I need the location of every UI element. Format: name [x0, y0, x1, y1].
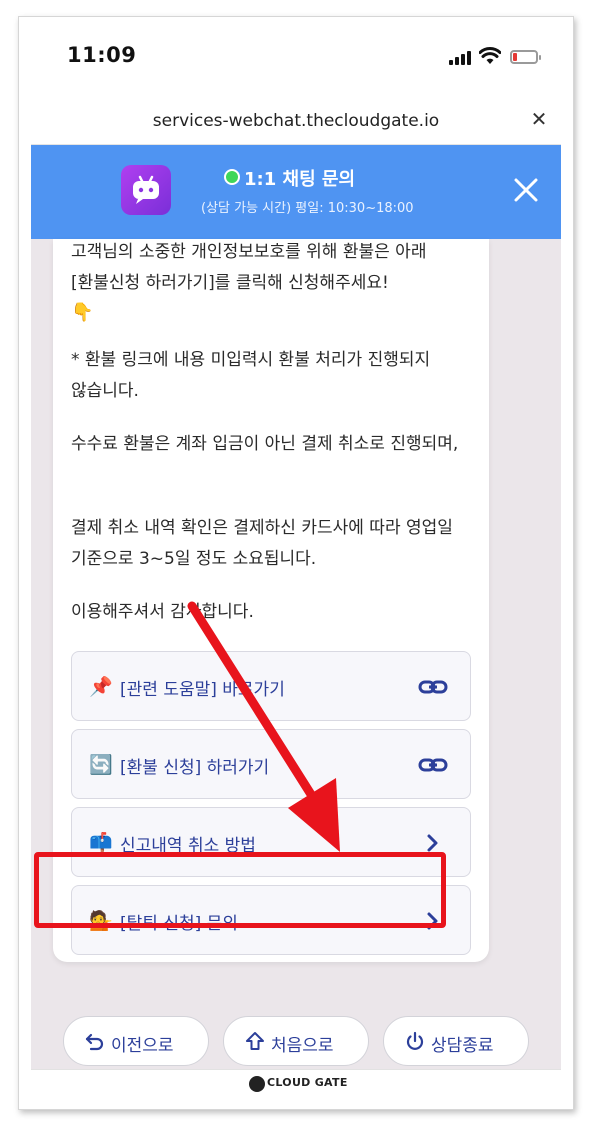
message-refund-method: 수수료 환불은 계좌 입금이 아닌 결제 취소로 진행되며, — [71, 434, 459, 454]
battery-icon — [510, 50, 541, 64]
person-tipping-hand-icon: 💁 — [89, 910, 113, 932]
cloudgate-logo-icon — [249, 1076, 265, 1092]
chevron-right-icon — [427, 912, 438, 930]
button-label: [탈퇴 신청] 문의 — [120, 914, 238, 934]
message-cancel-period: 결제 취소 내역 확인은 결제하신 카드사에 따라 영업일 기준으로 3~5일 … — [71, 518, 453, 569]
undo-icon — [85, 1033, 104, 1051]
withdrawal-inquiry-button[interactable]: 💁 [탈퇴 신청] 문의 — [71, 885, 471, 955]
pointing-down-emoji: 👇 — [71, 302, 94, 323]
end-chat-button[interactable]: 상담종료 — [383, 1016, 529, 1066]
chat-hours: (상담 가능 시간) 평일: 10:30~18:00 — [201, 201, 414, 216]
refund-request-button[interactable]: 🔄 [환불 신청] 하러가기 — [71, 729, 471, 799]
chevron-right-icon — [427, 834, 438, 852]
chatbot-avatar — [121, 165, 171, 215]
link-icon — [418, 758, 448, 772]
button-label: [환불 신청] 하러가기 — [120, 758, 270, 778]
wifi-icon — [479, 47, 501, 64]
message-thanks: 이용해주셔서 감사합니다. — [71, 602, 254, 622]
link-icon — [418, 680, 448, 694]
previous-label: 이전으로 — [111, 1036, 174, 1056]
url-text: services-webchat.thecloudgate.io — [152, 111, 440, 131]
previous-button[interactable]: 이전으로 — [63, 1016, 209, 1066]
button-label: [관련 도움말] 바로가기 — [120, 680, 285, 700]
status-bar: 11:09 — [31, 29, 561, 99]
mailbox-icon: 📫 — [89, 832, 113, 854]
phone-screen: 11:09 services-webchat.thecloudgate.io ✕ — [31, 29, 561, 1099]
chat-message-card: 고객님의 소중한 개인정보보호를 위해 환불은 아래 [환불신청 하러가기]를 … — [53, 239, 489, 962]
up-arrow-icon — [246, 1032, 264, 1050]
home-label: 처음으로 — [271, 1036, 334, 1056]
pushpin-icon: 📌 — [89, 676, 113, 698]
close-browser-icon[interactable]: ✕ — [527, 107, 551, 131]
chat-actions-bar: 이전으로 처음으로 상담종료 — [31, 999, 561, 1069]
chat-title: 1:1 채팅 문의 — [244, 169, 356, 190]
message-refund-guide: 고객님의 소중한 개인정보보호를 위해 환불은 아래 [환불신청 하러가기]를 … — [71, 242, 427, 293]
help-link-button[interactable]: 📌 [관련 도움말] 바로가기 — [71, 651, 471, 721]
brand-footer: CLOUD GATE — [31, 1069, 561, 1099]
power-icon — [406, 1031, 424, 1050]
bot-icon — [133, 175, 159, 204]
end-chat-label: 상담종료 — [431, 1036, 494, 1056]
brand-name: CLOUD GATE — [267, 1076, 348, 1089]
message-notice: * 환불 링크에 내용 미입력시 환불 처리가 진행되지 않습니다. — [71, 350, 431, 401]
browser-url-bar[interactable]: services-webchat.thecloudgate.io ✕ — [31, 99, 561, 145]
online-status-dot — [224, 169, 240, 185]
close-icon[interactable] — [511, 175, 541, 205]
cellular-signal-icon — [449, 51, 473, 65]
refresh-icon: 🔄 — [89, 754, 113, 776]
home-button[interactable]: 처음으로 — [223, 1016, 369, 1066]
screenshot-frame: 11:09 services-webchat.thecloudgate.io ✕ — [18, 16, 574, 1110]
button-label: 신고내역 취소 방법 — [120, 836, 256, 856]
report-cancel-guide-button[interactable]: 📫 신고내역 취소 방법 — [71, 807, 471, 877]
chat-header: 1:1 채팅 문의 (상담 가능 시간) 평일: 10:30~18:00 — [31, 145, 561, 239]
status-time: 11:09 — [67, 43, 137, 67]
